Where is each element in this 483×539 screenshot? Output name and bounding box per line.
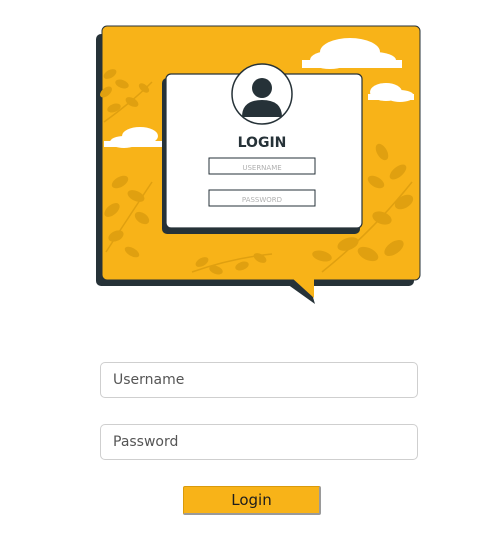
username-input[interactable] [100,362,418,398]
login-illustration-svg: LOGIN USERNAME PASSWORD [96,25,421,304]
login-illustration: LOGIN USERNAME PASSWORD [92,22,432,312]
card-title: LOGIN [238,135,287,151]
card-password-label: PASSWORD [242,196,282,204]
card-username-label: USERNAME [242,164,281,172]
avatar-icon [231,63,293,125]
password-input[interactable] [100,424,418,460]
login-button[interactable]: Login [183,486,321,515]
